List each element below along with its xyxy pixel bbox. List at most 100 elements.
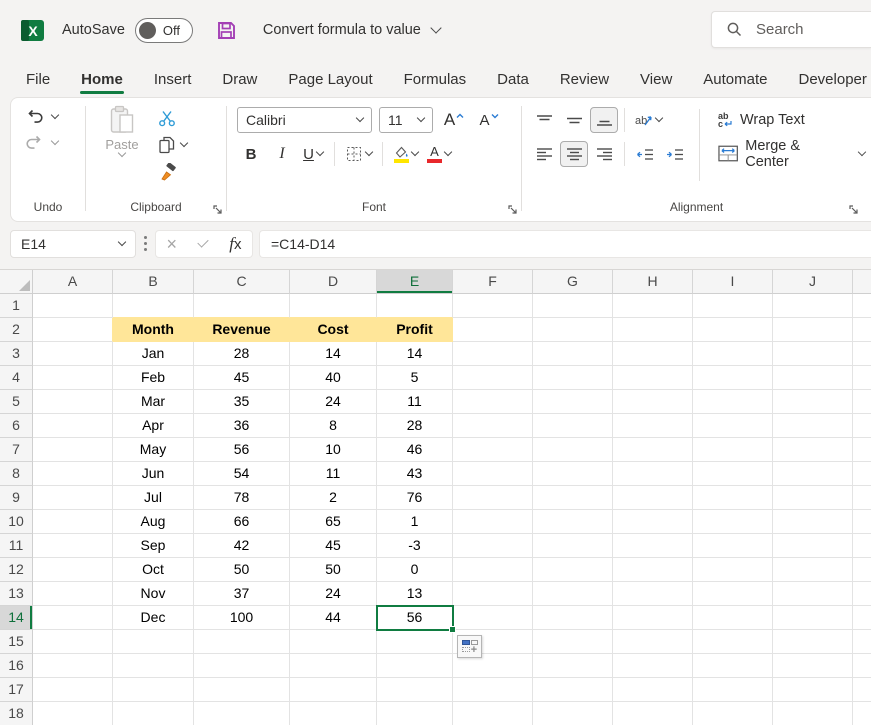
fill-color-button[interactable] [390,142,421,166]
cell-F4[interactable] [453,366,533,390]
cell-G10[interactable] [533,510,613,534]
cell-G13[interactable] [533,582,613,606]
cell-B9[interactable]: Jul [113,486,194,510]
cell-A14[interactable] [33,606,113,630]
cell-C18[interactable] [194,702,290,725]
cell-H9[interactable] [613,486,693,510]
cut-button[interactable] [158,107,187,129]
cell-I15[interactable] [693,630,773,654]
cell-H13[interactable] [613,582,693,606]
cell-B8[interactable]: Jun [113,462,194,486]
cell-D1[interactable] [290,294,377,318]
cell-K3[interactable] [853,342,871,366]
cell-J18[interactable] [773,702,853,725]
cell-D15[interactable] [290,630,377,654]
cell-H5[interactable] [613,390,693,414]
search-input[interactable]: Search [711,11,871,48]
wrap-text-button[interactable]: abc Wrap Text [718,107,865,132]
cell-F8[interactable] [453,462,533,486]
cell-E11[interactable]: -3 [377,534,453,558]
decrease-font-size-button[interactable]: A [475,108,503,132]
cell-I6[interactable] [693,414,773,438]
column-header-c[interactable]: C [194,270,290,294]
cell-G16[interactable] [533,654,613,678]
cell-B16[interactable] [113,654,194,678]
cell-C13[interactable]: 37 [194,582,290,606]
row-header-9[interactable]: 9 [0,486,33,510]
cell-G9[interactable] [533,486,613,510]
cell-I3[interactable] [693,342,773,366]
cell-I5[interactable] [693,390,773,414]
cell-H1[interactable] [613,294,693,318]
column-header-i[interactable]: I [693,270,773,294]
cell-A6[interactable] [33,414,113,438]
column-header-d[interactable]: D [290,270,377,294]
cell-B7[interactable]: May [113,438,194,462]
cell-H7[interactable] [613,438,693,462]
cell-K12[interactable] [853,558,871,582]
cell-J6[interactable] [773,414,853,438]
cell-F9[interactable] [453,486,533,510]
insert-function-button[interactable]: fx [229,234,241,254]
cell-K18[interactable] [853,702,871,725]
font-color-button[interactable]: A [424,142,454,166]
cell-H14[interactable] [613,606,693,630]
row-header-3[interactable]: 3 [0,342,33,366]
cell-I18[interactable] [693,702,773,725]
cell-G8[interactable] [533,462,613,486]
cell-J13[interactable] [773,582,853,606]
align-top-button[interactable] [530,107,558,133]
column-header-k[interactable]: K [853,270,871,294]
cell-C11[interactable]: 42 [194,534,290,558]
formula-input[interactable]: =C14-D14 [259,230,871,258]
cell-C5[interactable]: 35 [194,390,290,414]
cell-F5[interactable] [453,390,533,414]
format-painter-button[interactable] [158,161,187,183]
cell-B2[interactable]: Month [113,318,194,342]
row-header-15[interactable]: 15 [0,630,33,654]
cell-A12[interactable] [33,558,113,582]
paste-button[interactable]: Paste [96,105,148,183]
cell-A16[interactable] [33,654,113,678]
cell-I14[interactable] [693,606,773,630]
cell-G1[interactable] [533,294,613,318]
cell-J12[interactable] [773,558,853,582]
cell-G18[interactable] [533,702,613,725]
cell-F11[interactable] [453,534,533,558]
cell-J16[interactable] [773,654,853,678]
cell-G15[interactable] [533,630,613,654]
orientation-button[interactable]: ab [631,108,665,132]
formula-bar-grip[interactable] [144,236,147,251]
cell-E1[interactable] [377,294,453,318]
cell-F7[interactable] [453,438,533,462]
cell-I7[interactable] [693,438,773,462]
column-header-a[interactable]: A [33,270,113,294]
cell-C7[interactable]: 56 [194,438,290,462]
qat-convert-formula-dropdown[interactable]: Convert formula to value [263,22,440,38]
cell-E17[interactable] [377,678,453,702]
row-header-13[interactable]: 13 [0,582,33,606]
cell-D10[interactable]: 65 [290,510,377,534]
cell-J17[interactable] [773,678,853,702]
cell-D2[interactable]: Cost [290,318,377,342]
cell-A2[interactable] [33,318,113,342]
column-header-f[interactable]: F [453,270,533,294]
tab-view[interactable]: View [638,65,674,97]
cell-F13[interactable] [453,582,533,606]
cell-D11[interactable]: 45 [290,534,377,558]
cell-J5[interactable] [773,390,853,414]
column-header-j[interactable]: J [773,270,853,294]
cell-F18[interactable] [453,702,533,725]
row-header-12[interactable]: 12 [0,558,33,582]
cell-D12[interactable]: 50 [290,558,377,582]
cell-D16[interactable] [290,654,377,678]
cell-H6[interactable] [613,414,693,438]
cell-K13[interactable] [853,582,871,606]
cell-F12[interactable] [453,558,533,582]
align-right-button[interactable] [590,141,618,167]
cell-B10[interactable]: Aug [113,510,194,534]
tab-data[interactable]: Data [495,65,531,97]
cell-J10[interactable] [773,510,853,534]
cell-B5[interactable]: Mar [113,390,194,414]
align-bottom-button[interactable] [590,107,618,133]
